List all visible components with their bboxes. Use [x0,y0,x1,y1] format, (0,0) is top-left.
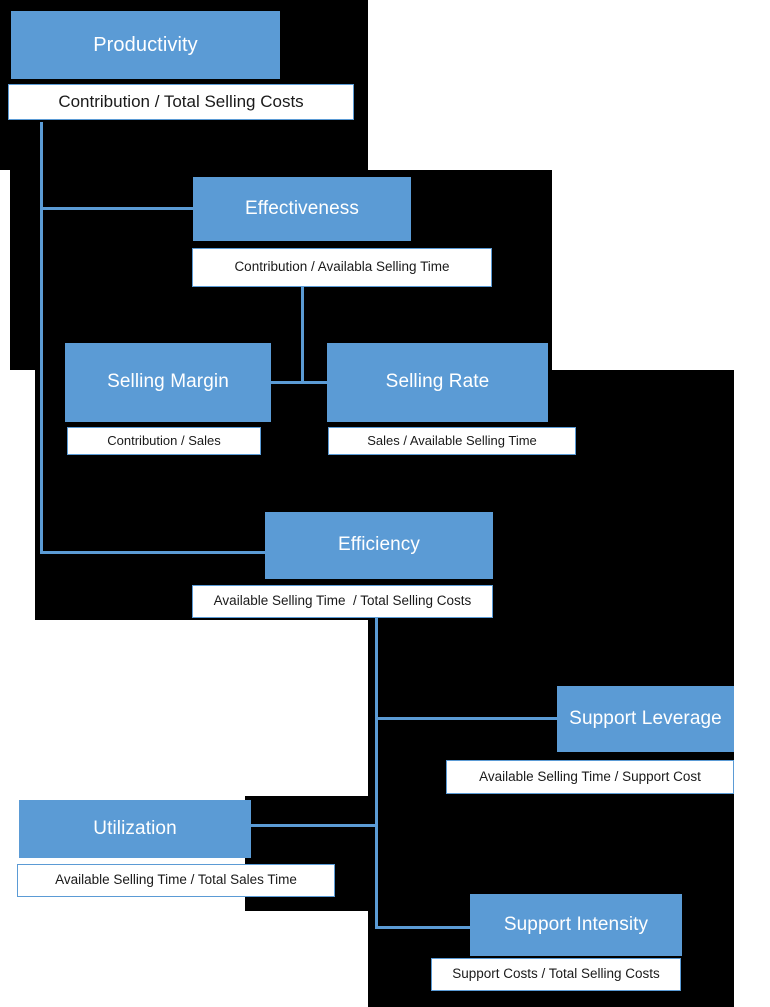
node-selling-margin-formula[interactable]: Contribution / Sales [67,427,261,455]
node-productivity-title[interactable]: Productivity [11,11,280,79]
diagram-canvas: Productivity Contribution / Total Sellin… [0,0,770,1007]
connector-effectiveness-trunk [301,285,304,384]
node-selling-rate-title[interactable]: Selling Rate [327,343,548,422]
connector-to-support-leverage [375,717,558,720]
connector-efficiency-trunk [375,617,378,929]
connector-to-effectiveness [40,207,195,210]
node-utilization-formula[interactable]: Available Selling Time / Total Sales Tim… [17,864,335,897]
connector-to-support-intensity [375,926,472,929]
node-support-leverage-formula[interactable]: Available Selling Time / Support Cost [446,760,734,794]
node-effectiveness-title[interactable]: Effectiveness [193,177,411,241]
node-efficiency-formula[interactable]: Available Selling Time / Total Selling C… [192,585,493,618]
node-support-intensity-title[interactable]: Support Intensity [470,894,682,956]
node-effectiveness-formula[interactable]: Contribution / Availabla Selling Time [192,248,492,287]
connector-to-efficiency [40,551,268,554]
node-support-leverage-title[interactable]: Support Leverage [557,686,734,752]
connector-to-utilization [249,824,378,827]
node-selling-rate-formula[interactable]: Sales / Available Selling Time [328,427,576,455]
node-productivity-formula[interactable]: Contribution / Total Selling Costs [8,84,354,120]
node-selling-margin-title[interactable]: Selling Margin [65,343,271,422]
node-efficiency-title[interactable]: Efficiency [265,512,493,579]
node-support-intensity-formula[interactable]: Support Costs / Total Selling Costs [431,958,681,991]
node-utilization-title[interactable]: Utilization [19,800,251,858]
connector-productivity-trunk [40,122,43,554]
